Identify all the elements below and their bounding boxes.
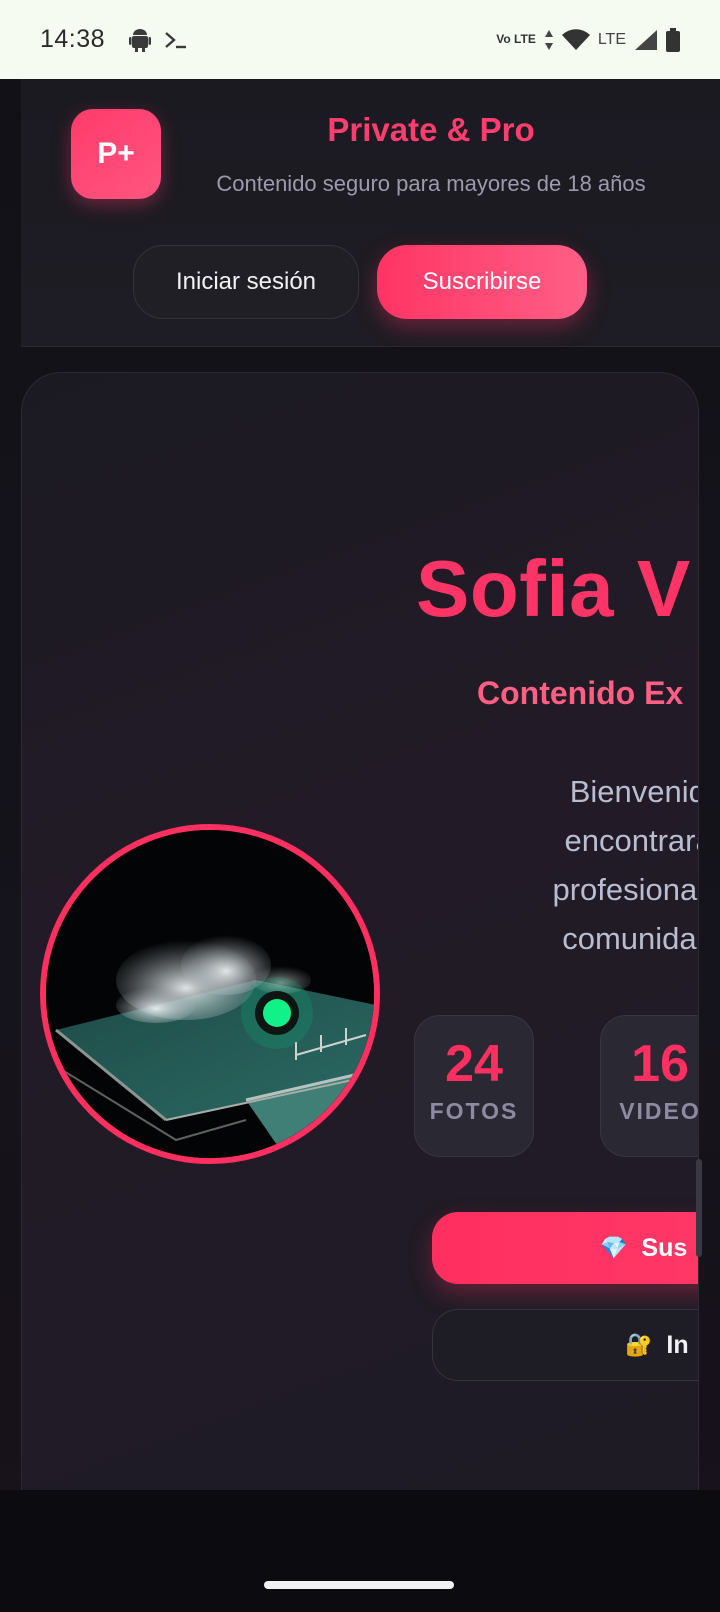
wifi-icon — [561, 28, 590, 50]
site-header: P+ Private & Pro Contenido seguro para m… — [21, 79, 720, 347]
stat-photos-value: 24 — [445, 1035, 503, 1093]
brand-logo[interactable]: P+ — [71, 109, 161, 199]
lock-key-icon: 🔐 — [625, 1332, 653, 1357]
subscribe-cta-button[interactable]: 💎 Sus — [432, 1212, 698, 1284]
signal-icon — [635, 29, 657, 50]
subscribe-button[interactable]: Suscribirse — [377, 245, 587, 319]
profile-bio: Bienvenido a mi encontrarás cont profesi… — [420, 767, 699, 963]
volte-indicator: Vo LTE — [496, 32, 536, 46]
profile-card: Sofia V Contenido Ex Bienvenido a mi enc… — [21, 372, 699, 1539]
battery-icon — [666, 27, 680, 52]
profile-name: Sofia V — [416, 544, 691, 633]
stat-videos-label: VIDEO — [619, 1098, 699, 1124]
scrollbar-thumb[interactable] — [696, 1159, 702, 1257]
status-bar: 14:38 Vo LTE LTE — [0, 0, 720, 79]
terminal-icon — [165, 31, 187, 48]
page: P+ Private & Pro Contenido seguro para m… — [0, 79, 720, 1572]
diamond-icon: 💎 — [600, 1235, 628, 1260]
stat-photos: 24 FOTOS — [414, 1015, 534, 1157]
stat-videos-value: 16 — [631, 1035, 689, 1093]
online-status-indicator — [255, 991, 299, 1035]
bio-line: profesionales y vic — [552, 872, 698, 907]
status-time: 14:38 — [40, 25, 106, 53]
stat-photos-label: FOTOS — [429, 1098, 519, 1124]
login-cta-label: In — [666, 1330, 689, 1359]
bio-line: encontrarás cont — [564, 823, 698, 858]
bio-line: comunidad VIP p — [562, 921, 699, 956]
status-right-icons: Vo LTE LTE — [496, 27, 680, 52]
profile-subtitle: Contenido Ex — [477, 675, 684, 711]
bio-line: Bienvenido a mi — [569, 774, 698, 809]
brand-tagline: Contenido seguro para mayores de 18 años — [216, 171, 646, 196]
avatar[interactable] — [40, 824, 380, 1164]
lte-label: LTE — [597, 30, 626, 48]
login-button[interactable]: Iniciar sesión — [133, 245, 359, 319]
subscribe-cta-label: Sus — [641, 1233, 688, 1262]
brand-name: Private & Pro — [327, 111, 535, 148]
stat-videos: 16 VIDEO — [600, 1015, 699, 1157]
navigation-bar — [0, 1490, 720, 1612]
avatar-photo — [46, 830, 374, 1158]
android-icon — [129, 28, 152, 52]
home-indicator[interactable] — [264, 1581, 454, 1589]
data-arrows-icon — [544, 29, 553, 50]
login-cta-button[interactable]: 🔐 In — [432, 1309, 698, 1381]
profile-info: Sofia V Contenido Ex Bienvenido a mi enc… — [414, 373, 699, 1538]
status-left-icons — [129, 28, 189, 52]
